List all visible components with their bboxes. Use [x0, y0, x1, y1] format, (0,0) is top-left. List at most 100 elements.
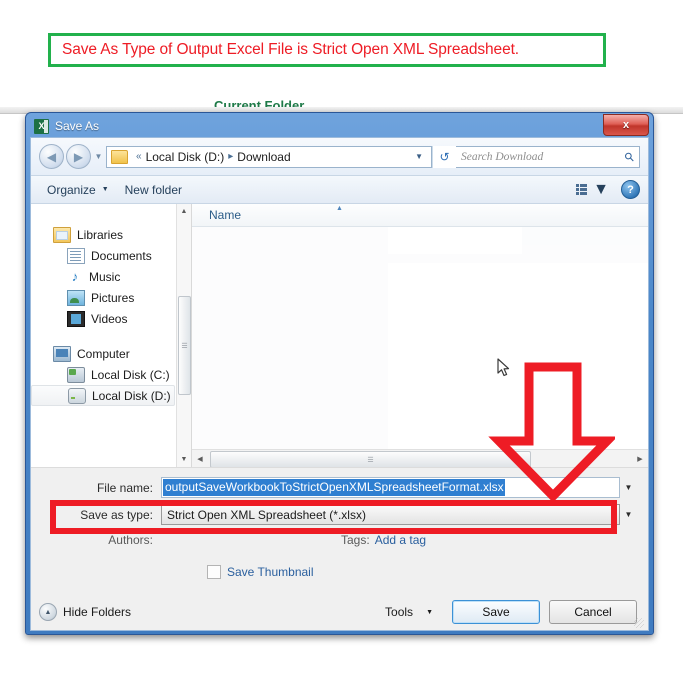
tools-label: Tools — [385, 605, 414, 619]
address-bar: ◀ ▶ ▼ « Local Disk (D:) ▸ Download ▼ ↺ S… — [31, 138, 648, 176]
file-list-blank-block-3 — [388, 263, 648, 449]
file-list-body[interactable] — [192, 227, 648, 449]
save-thumbnail-checkbox[interactable] — [207, 565, 221, 579]
dialog-client-area: ◀ ▶ ▼ « Local Disk (D:) ▸ Download ▼ ↺ S… — [30, 137, 649, 631]
back-arrow-icon[interactable]: ◀ — [39, 144, 64, 169]
scroll-left-icon[interactable]: ◀ — [192, 455, 208, 463]
file-list-horizontal-scrollbar[interactable]: ◀ ☰ ▶ — [192, 449, 648, 468]
sidebar-item-label: Music — [89, 269, 121, 284]
sidebar-item-label: Computer — [77, 346, 130, 361]
file-name-label: File name: — [96, 480, 153, 495]
file-name-input[interactable]: outputSaveWorkbookToStrictOpenXMLSpreads… — [161, 477, 620, 498]
pictures-icon — [67, 289, 85, 306]
sidebar-item-local-disk-c[interactable]: Local Disk (C:) — [31, 364, 191, 385]
save-form-area: File name: outputSaveWorkbookToStrictOpe… — [31, 467, 648, 630]
navigation-group-gap — [31, 329, 191, 343]
excel-icon: X — [34, 118, 49, 134]
dialog-button-bar: ▲ Hide Folders Tools ▼ Save Cancel — [31, 594, 648, 630]
navigation-list: Libraries Documents ♪ Music Pictures Vid… — [31, 204, 191, 406]
dialog-title: Save As — [55, 119, 100, 133]
documents-icon — [67, 247, 85, 264]
save-as-type-row: Save as type: Strict Open XML Spreadshee… — [31, 503, 648, 526]
organize-button[interactable]: Organize ▼ — [39, 179, 117, 201]
resize-grip-icon[interactable] — [634, 618, 644, 628]
save-button[interactable]: Save — [452, 600, 540, 624]
save-as-dialog: X Save As x ◀ ▶ ▼ « Local Disk (D:) ▸ Do… — [25, 112, 654, 635]
sidebar-item-label: Pictures — [91, 290, 135, 305]
chevron-down-icon: ▼ — [101, 186, 109, 193]
navigation-scrollbar[interactable]: ▲ ☰ ▼ — [176, 204, 191, 467]
tools-button[interactable]: Tools ▼ — [385, 605, 433, 619]
horizontal-scroll-track[interactable]: ☰ — [208, 451, 632, 468]
sidebar-item-videos[interactable]: Videos — [31, 308, 191, 329]
callout-banner: Save As Type of Output Excel File is Str… — [48, 33, 606, 67]
horizontal-scroll-thumb[interactable]: ☰ — [210, 451, 531, 468]
breadcrumb-drive[interactable]: Local Disk (D:) — [146, 150, 225, 164]
breadcrumb-chevron-icon[interactable]: ▸ — [228, 151, 233, 162]
scroll-up-icon[interactable]: ▲ — [177, 204, 191, 219]
disk-c-icon — [67, 366, 85, 383]
cancel-button[interactable]: Cancel — [549, 600, 637, 624]
file-name-control[interactable]: outputSaveWorkbookToStrictOpenXMLSpreads… — [161, 477, 637, 498]
scroll-right-icon[interactable]: ▶ — [632, 455, 648, 463]
videos-icon — [67, 310, 85, 327]
new-folder-button[interactable]: New folder — [117, 179, 190, 201]
tags-label: Tags: — [341, 533, 370, 547]
sidebar-item-label: Local Disk (C:) — [91, 367, 170, 382]
sidebar-item-label: Local Disk (D:) — [92, 388, 171, 403]
file-list-pane: Name ▲ ◀ ☰ ▶ — [192, 204, 648, 468]
close-icon[interactable]: x — [603, 114, 649, 136]
file-list-blank-block-2 — [522, 227, 648, 245]
hide-folders-button[interactable]: ▲ Hide Folders — [39, 603, 131, 621]
collapse-chevron-up-icon: ▲ — [39, 603, 57, 621]
forward-arrow-icon[interactable]: ▶ — [66, 144, 91, 169]
chevron-down-icon: ▼ — [426, 608, 433, 616]
sidebar-item-local-disk-d[interactable]: Local Disk (D:) — [31, 385, 175, 406]
save-as-type-label: Save as type: — [80, 507, 153, 522]
scroll-down-icon[interactable]: ▼ — [177, 452, 191, 467]
computer-icon — [53, 345, 71, 362]
sidebar-item-libraries[interactable]: Libraries — [31, 224, 191, 245]
sidebar-item-documents[interactable]: Documents — [31, 245, 191, 266]
view-list-icon — [576, 184, 588, 195]
file-list-blank-block-1 — [388, 227, 522, 254]
file-list-header: Name ▲ — [192, 204, 648, 227]
breadcrumb-overflow-icon[interactable]: « — [136, 151, 142, 162]
address-input[interactable]: « Local Disk (D:) ▸ Download ▼ — [106, 145, 432, 168]
breadcrumb-folder[interactable]: Download — [237, 150, 290, 164]
file-name-chevron-down-icon[interactable]: ▼ — [620, 477, 637, 498]
sidebar-item-label: Videos — [91, 311, 128, 326]
authors-label: Authors: — [108, 533, 153, 547]
search-input[interactable]: Search Download ⚲ — [456, 145, 640, 168]
save-as-type-control[interactable]: Strict Open XML Spreadsheet (*.xlsx) ▼ — [161, 504, 637, 525]
navigation-pane: Libraries Documents ♪ Music Pictures Vid… — [31, 204, 192, 467]
file-name-row: File name: outputSaveWorkbookToStrictOpe… — [31, 476, 648, 499]
help-icon[interactable]: ? — [621, 180, 640, 199]
command-bar: Organize ▼ New folder ▼ ? — [31, 176, 648, 204]
save-thumbnail-label[interactable]: Save Thumbnail — [227, 565, 314, 579]
recent-locations-chevron-down-icon[interactable]: ▼ — [93, 152, 104, 161]
add-a-tag-link[interactable]: Add a tag — [375, 533, 426, 547]
metadata-row: Authors: Tags: Add a tag — [31, 530, 648, 550]
chevron-down-icon: ▼ — [593, 180, 609, 198]
change-view-button[interactable]: ▼ — [570, 181, 615, 199]
refresh-icon[interactable]: ↺ — [432, 145, 456, 168]
sidebar-item-music[interactable]: ♪ Music — [31, 266, 191, 287]
disk-d-icon — [68, 387, 86, 404]
folder-icon — [111, 149, 128, 164]
sort-ascending-icon: ▲ — [336, 205, 343, 212]
sidebar-item-computer[interactable]: Computer — [31, 343, 191, 364]
music-icon: ♪ — [71, 268, 79, 284]
search-placeholder: Search Download — [461, 150, 544, 163]
organize-label: Organize — [47, 182, 96, 197]
scrollbar-thumb[interactable]: ☰ — [178, 296, 191, 395]
save-thumbnail-row[interactable]: Save Thumbnail — [31, 560, 648, 584]
address-chevron-down-icon[interactable]: ▼ — [411, 152, 427, 161]
save-as-type-chevron-down-icon[interactable]: ▼ — [620, 504, 637, 525]
sidebar-item-label: Documents — [91, 248, 152, 263]
save-as-type-select[interactable]: Strict Open XML Spreadsheet (*.xlsx) — [161, 504, 620, 525]
sidebar-item-pictures[interactable]: Pictures — [31, 287, 191, 308]
callout-banner-text: Save As Type of Output Excel File is Str… — [62, 41, 520, 58]
column-header-name[interactable]: Name — [192, 208, 241, 222]
dialog-titlebar: X Save As x — [30, 114, 649, 137]
